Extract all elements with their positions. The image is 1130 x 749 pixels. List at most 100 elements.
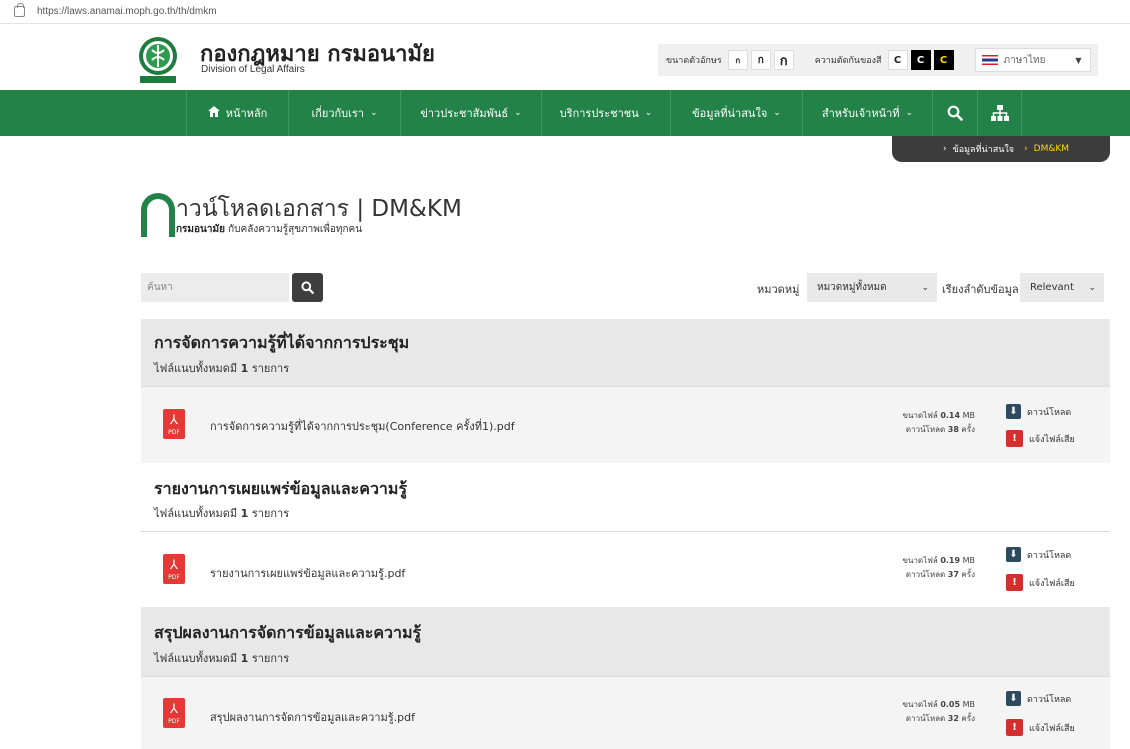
department-logo[interactable] (136, 36, 180, 84)
file-name-link[interactable]: การจัดการความรู้ที่ได้จากการประชุม(Confe… (210, 417, 515, 435)
nav-item-news[interactable]: ข่าวประชาสัมพันธ์ ⌄ (400, 90, 541, 136)
sitemap-icon (990, 105, 1009, 121)
download-button[interactable]: ⬇ ดาวน์โหลด (1006, 691, 1071, 706)
main-nav: หน้าหลัก เกี่ยวกับเรา ⌄ ข่าวประชาสัมพันธ… (0, 90, 1130, 136)
download-icon: ⬇ (1006, 547, 1021, 562)
warning-icon: ! (1006, 719, 1023, 736)
home-icon (207, 106, 220, 120)
font-size-large-button[interactable]: ก (773, 50, 794, 70)
url-text[interactable]: https://laws.anamai.moph.go.th/th/dmkm (37, 6, 217, 17)
breadcrumb-current: DM&KM (1033, 144, 1070, 154)
font-size-label: ขนาดตัวอักษร (666, 56, 722, 66)
file-size: ขนาดไฟล์ 0.19 MB (902, 556, 975, 565)
report-broken-file-button[interactable]: ! แจ้งไฟล์เสีย (1006, 719, 1075, 736)
warning-icon: ! (1006, 574, 1023, 591)
category-label: หมวดหมู่ (757, 283, 800, 296)
sort-value: Relevant (1030, 282, 1074, 293)
chevron-down-icon: ⌄ (1088, 282, 1096, 293)
pdf-file-icon: ⅄ PDF (163, 409, 185, 439)
language-select[interactable]: ภาษาไทย ▼ (974, 48, 1091, 72)
contrast-normal-button[interactable]: C (887, 50, 908, 70)
search-button[interactable] (292, 273, 323, 302)
sort-select[interactable]: Relevant ⌄ (1020, 273, 1104, 302)
file-meta: ขนาดไฟล์ 0.19 MB ดาวน์โหลด 37 ครั้ง (895, 554, 975, 582)
page-subtitle-rest: กับคลังความรู้สุขภาพเพื่อทุกคน (224, 224, 363, 235)
section-count: ไฟล์แนบทั้งหมดมี 1 รายการ (154, 652, 290, 665)
page-subtitle: กรมอนามัย กับคลังความรู้สุขภาพเพื่อทุกคน (176, 222, 362, 237)
nav-item-label: ข้อมูลที่น่าสนใจ (692, 107, 768, 120)
nav-item-label: บริการประชาชน (559, 107, 639, 120)
chevron-down-icon: ⌄ (905, 108, 914, 118)
section-count: ไฟล์แนบทั้งหมดมี 1 รายการ (154, 507, 290, 520)
chevron-down-icon: ⌄ (514, 108, 522, 118)
warning-icon: ! (1006, 430, 1023, 447)
section-count: ไฟล์แนบทั้งหมดมี 1 รายการ (154, 362, 290, 375)
document-section: การจัดการความรู้ที่ได้จากการประชุม ไฟล์แ… (141, 319, 1110, 386)
nav-item-services[interactable]: บริการประชาชน ⌄ (541, 90, 670, 136)
search-icon (301, 281, 314, 294)
nav-item-label: ข่าวประชาสัมพันธ์ (420, 107, 509, 120)
download-count: ดาวน์โหลด 32 ครั้ง (905, 714, 975, 723)
file-size: ขนาดไฟล์ 0.05 MB (902, 700, 975, 709)
download-button[interactable]: ⬇ ดาวน์โหลด (1006, 404, 1071, 419)
nav-sitemap-button[interactable] (977, 90, 1022, 136)
chevron-down-icon: ⌄ (369, 108, 378, 118)
lock-icon (14, 3, 25, 17)
contrast-yellow-button[interactable]: C (933, 50, 954, 70)
chevron-down-icon: ⌄ (921, 282, 929, 293)
chevron-right-icon: › (1024, 144, 1028, 154)
page-subtitle-bold: กรมอนามัย (176, 224, 225, 235)
accessibility-tools: ขนาดตัวอักษร ก ก ก ความตัดกันของสี C C C… (658, 44, 1098, 76)
file-row: ⅄ PDF สรุปผลงานการจัดการข้อมูลและความรู้.… (141, 676, 1110, 749)
search-input[interactable]: ค้นหา (141, 273, 289, 302)
nav-item-label: สำหรับเจ้าหน้าที่ (821, 107, 900, 120)
language-value: ภาษาไทย (1003, 54, 1046, 66)
document-section: รายงานการเผยแพร่ข้อมูลและความรู้ ไฟล์แนบ… (141, 463, 1110, 531)
title-decoration (141, 193, 175, 237)
category-value: หมวดหมู่ทั้งหมด (817, 282, 887, 293)
file-meta: ขนาดไฟล์ 0.14 MB ดาวน์โหลด 38 ครั้ง (895, 409, 975, 437)
nav-item-label: เกี่ยวกับเรา (311, 107, 364, 120)
report-broken-file-button[interactable]: ! แจ้งไฟล์เสีย (1006, 574, 1075, 591)
chevron-down-icon: ⌄ (644, 108, 653, 118)
file-meta: ขนาดไฟล์ 0.05 MB ดาวน์โหลด 32 ครั้ง (895, 698, 975, 726)
contrast-label: ความตัดกันของสี (814, 56, 882, 66)
chevron-down-icon: ⌄ (773, 108, 781, 118)
contrast-dark-button[interactable]: C (910, 50, 931, 70)
site-header: กองกฎหมาย กรมอนามัย Division of Legal Af… (0, 24, 1130, 90)
nav-item-home[interactable]: หน้าหลัก (186, 90, 288, 136)
file-name-link[interactable]: รายงานการเผยแพร่ข้อมูลและความรู้.pdf (210, 564, 405, 582)
nav-item-label: หน้าหลัก (225, 107, 268, 120)
thai-flag-icon (981, 55, 998, 65)
sort-label: เรียงลำดับข้อมูล (942, 283, 1019, 296)
font-size-medium-button[interactable]: ก (750, 50, 771, 70)
section-title: รายงานการเผยแพร่ข้อมูลและความรู้ (154, 479, 408, 498)
breadcrumb: › ข้อมูลที่น่าสนใจ › DM&KM (892, 136, 1110, 162)
file-name-link[interactable]: สรุปผลงานการจัดการข้อมูลและความรู้.pdf (210, 708, 415, 726)
address-bar[interactable]: https://laws.anamai.moph.go.th/th/dmkm (0, 0, 1130, 24)
file-size: ขนาดไฟล์ 0.14 MB (902, 411, 975, 420)
search-icon (947, 105, 963, 121)
nav-item-about[interactable]: เกี่ยวกับเรา ⌄ (288, 90, 400, 136)
document-section: สรุปผลงานการจัดการข้อมูลและความรู้ ไฟล์แ… (141, 607, 1110, 676)
nav-item-staff[interactable]: สำหรับเจ้าหน้าที่ ⌄ (802, 90, 932, 136)
pdf-file-icon: ⅄ PDF (163, 698, 185, 728)
section-title: สรุปผลงานการจัดการข้อมูลและความรู้ (154, 623, 422, 642)
pdf-file-icon: ⅄ PDF (163, 554, 185, 584)
download-count: ดาวน์โหลด 38 ครั้ง (905, 425, 975, 434)
file-row: ⅄ PDF รายงานการเผยแพร่ข้อมูลและความรู้.pd… (141, 531, 1110, 607)
breadcrumb-item[interactable]: ข้อมูลที่น่าสนใจ (953, 142, 1014, 156)
nav-item-interesting-info[interactable]: ข้อมูลที่น่าสนใจ ⌄ (670, 90, 802, 136)
section-title: การจัดการความรู้ที่ได้จากการประชุม (154, 333, 410, 352)
download-button[interactable]: ⬇ ดาวน์โหลด (1006, 547, 1071, 562)
nav-search-button[interactable] (932, 90, 977, 136)
report-broken-file-button[interactable]: ! แจ้งไฟล์เสีย (1006, 430, 1075, 447)
font-size-small-button[interactable]: ก (727, 50, 748, 70)
download-icon: ⬇ (1006, 691, 1021, 706)
chevron-down-icon: ▼ (1075, 55, 1082, 65)
download-icon: ⬇ (1006, 404, 1021, 419)
file-row: ⅄ PDF การจัดการความรู้ที่ได้จากการประชุม(… (141, 386, 1110, 463)
category-select[interactable]: หมวดหมู่ทั้งหมด ⌄ (807, 273, 937, 302)
chevron-right-icon: › (942, 144, 947, 154)
download-count: ดาวน์โหลด 37 ครั้ง (905, 570, 975, 579)
